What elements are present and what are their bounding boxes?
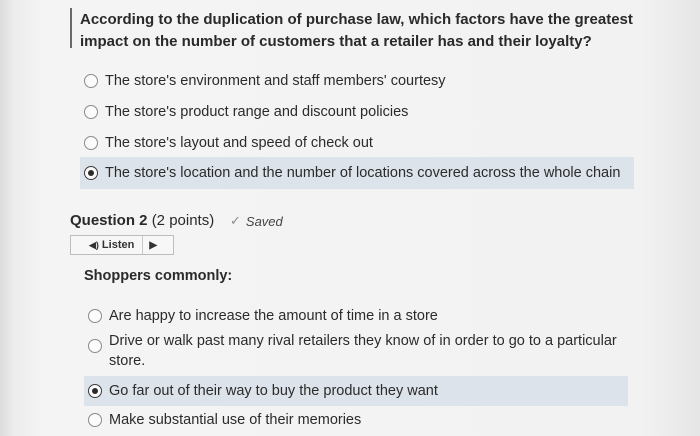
question-2-option-1[interactable]: Are happy to increase the amount of time… [88, 305, 438, 327]
question-edge-bar [70, 8, 72, 48]
question-2-option-4[interactable]: Make substantial use of their memories [88, 409, 361, 431]
option-label: The store's layout and speed of check ou… [105, 135, 373, 151]
question-2-points: (2 points) [151, 212, 215, 229]
radio-button[interactable] [88, 413, 102, 427]
question-2-option-3[interactable]: Go far out of their way to buy the produ… [84, 376, 628, 406]
listen-divider [142, 236, 144, 254]
question-1-text: According to the duplication of purchase… [80, 11, 633, 50]
saved-label: Saved [245, 213, 283, 229]
option-label: Drive or walk past many rival retailers … [109, 333, 617, 369]
speaker-icon: ◀) [89, 239, 99, 250]
saved-status: ✓ Saved [230, 213, 283, 229]
option-label: Go far out of their way to buy the produ… [109, 383, 438, 399]
radio-button[interactable] [88, 339, 102, 353]
question-1-option-2[interactable]: The store's product range and discount p… [84, 101, 408, 123]
option-label: The store's environment and staff member… [105, 73, 446, 89]
radio-button[interactable] [84, 136, 98, 150]
question-2-text: Shoppers commonly: [84, 268, 233, 284]
option-label: The store's product range and discount p… [105, 104, 409, 120]
radio-button[interactable] [88, 309, 102, 323]
listen-label: Listen [101, 239, 135, 251]
radio-button[interactable] [84, 105, 98, 119]
question-1-option-4[interactable]: The store's location and the number of l… [80, 157, 634, 189]
check-icon: ✓ [230, 213, 241, 228]
question-1-option-3[interactable]: The store's layout and speed of check ou… [84, 132, 373, 154]
listen-button[interactable]: ◀) Listen ▶ [70, 235, 174, 255]
question-2-option-2[interactable]: Drive or walk past many rival retailers … [88, 331, 628, 371]
radio-button-selected[interactable] [84, 166, 98, 180]
play-icon[interactable]: ▶ [149, 240, 157, 251]
option-label: Are happy to increase the amount of time… [109, 308, 438, 324]
radio-button[interactable] [84, 74, 98, 88]
question-1-option-1[interactable]: The store's environment and staff member… [84, 70, 446, 92]
question-2-header: Question 2 (2 points) [70, 210, 214, 232]
radio-button-selected[interactable] [88, 384, 102, 398]
option-label: The store's location and the number of l… [105, 165, 621, 181]
option-label: Make substantial use of their memories [109, 412, 362, 428]
question-2-title: Question 2 [70, 212, 148, 229]
